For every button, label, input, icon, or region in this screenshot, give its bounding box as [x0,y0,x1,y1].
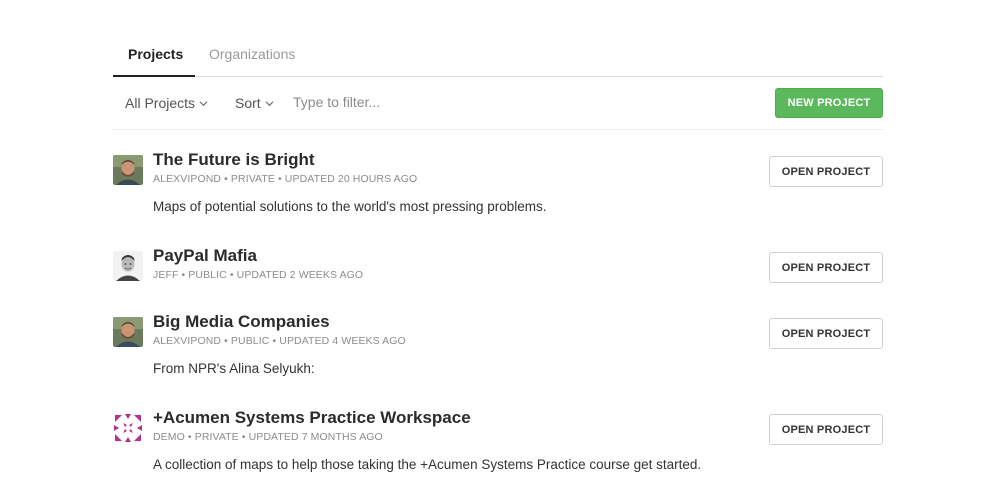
project-row: Big Media Companies ALEXVIPOND • PUBLIC … [113,312,883,387]
acumen-logo-icon [113,413,143,443]
projects-page: Projects Organizations All Projects Sort… [113,0,883,472]
project-meta: DEMO • PRIVATE • UPDATED 7 MONTHS AGO [153,431,383,443]
open-project-button[interactable]: OPEN PROJECT [769,252,883,283]
tab-organizations[interactable]: Organizations [209,46,295,62]
all-projects-label: All Projects [125,95,196,111]
project-title[interactable]: +Acumen Systems Practice Workspace [153,408,471,428]
project-row: +Acumen Systems Practice Workspace DEMO … [113,408,883,483]
project-meta: JEFF • PUBLIC • UPDATED 2 WEEKS AGO [153,269,364,281]
tab-bar: Projects Organizations [113,0,883,77]
project-title[interactable]: PayPal Mafia [153,246,257,266]
toolbar: All Projects Sort NEW PROJECT [113,77,883,130]
project-title[interactable]: The Future is Bright [153,150,315,170]
project-description: A collection of maps to help those takin… [153,457,702,472]
open-project-button[interactable]: OPEN PROJECT [769,414,883,445]
filter-input[interactable] [293,90,553,114]
new-project-button[interactable]: NEW PROJECT [775,88,883,118]
avatar [113,317,143,347]
open-project-button[interactable]: OPEN PROJECT [769,156,883,187]
tab-projects[interactable]: Projects [128,46,183,62]
chevron-down-icon [199,100,208,106]
open-project-button[interactable]: OPEN PROJECT [769,318,883,349]
sort-dropdown[interactable]: Sort [235,95,274,111]
chevron-down-icon [265,100,274,106]
project-meta: ALEXVIPOND • PRIVATE • UPDATED 20 HOURS … [153,173,418,185]
project-row: PayPal Mafia JEFF • PUBLIC • UPDATED 2 W… [113,246,883,291]
project-description: From NPR's Alina Selyukh: [153,361,315,376]
all-projects-dropdown[interactable]: All Projects [125,95,208,111]
sort-label: Sort [235,95,261,111]
project-row: The Future is Bright ALEXVIPOND • PRIVAT… [113,150,883,225]
project-title[interactable]: Big Media Companies [153,312,330,332]
project-description: Maps of potential solutions to the world… [153,199,547,214]
avatar [113,155,143,185]
project-meta: ALEXVIPOND • PUBLIC • UPDATED 4 WEEKS AG… [153,335,406,347]
avatar [113,251,143,281]
